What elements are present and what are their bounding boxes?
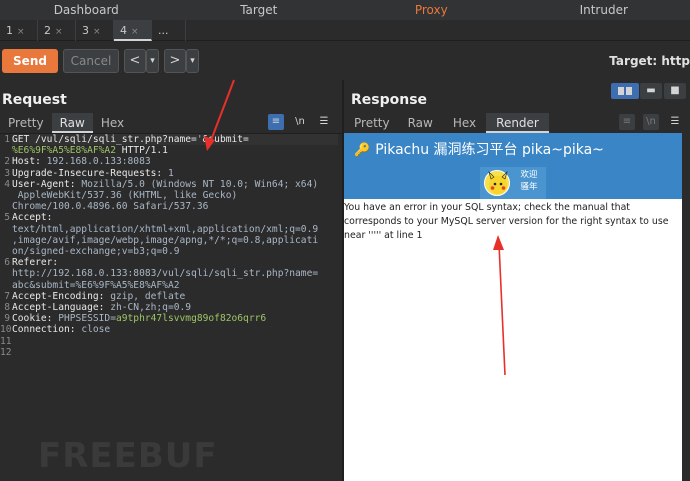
annotation-overlay (204, 79, 506, 376)
arrow-annotation-response (493, 235, 506, 376)
freebuf-watermark: FREEBUF (38, 436, 218, 476)
arrow-annotation-request (204, 79, 235, 151)
